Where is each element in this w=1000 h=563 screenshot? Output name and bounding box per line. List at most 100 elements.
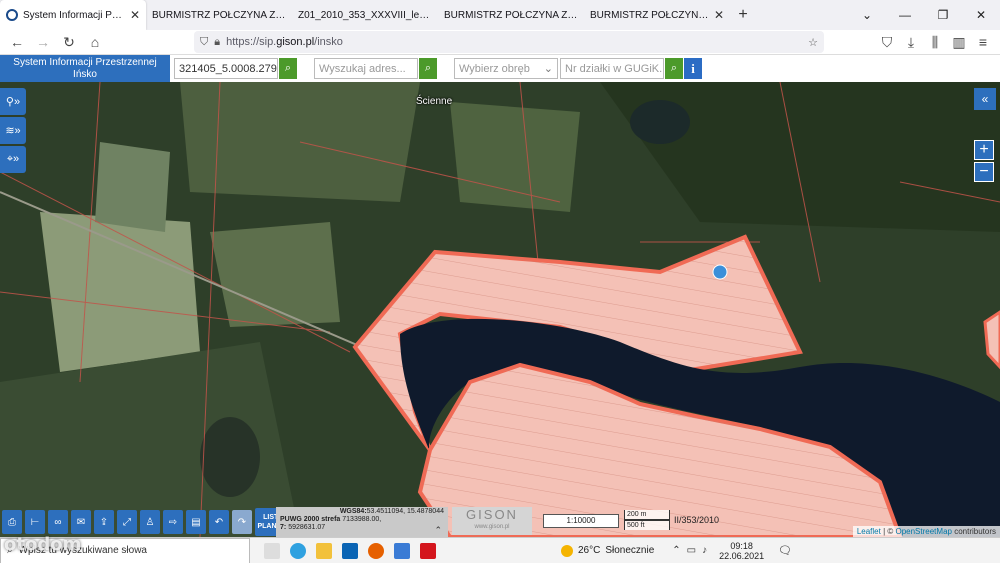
info-icon: i (691, 60, 695, 76)
forward-arrow-icon[interactable]: → (32, 31, 54, 53)
scale-ratio-input[interactable]: 1:10000 (543, 514, 619, 528)
taskbar-apps (264, 542, 436, 559)
task-view-icon[interactable] (264, 542, 280, 559)
info-button[interactable]: i (684, 58, 702, 79)
weather-desc: Słonecznie (605, 545, 655, 556)
library-icon[interactable]: ⫼ (924, 31, 946, 53)
browser-tab-strip: System Informacji Przestrzennej ✕ BURMIS… (0, 0, 1000, 30)
edge-icon[interactable] (290, 542, 306, 559)
brand-title: System Informacji Przestrzennej (13, 57, 157, 68)
gison-logo[interactable]: GISON www.gison.pl (452, 507, 532, 535)
chevron-up-icon[interactable]: ⌃ (672, 545, 680, 556)
map-attribution: Leaflet | © OpenStreetMap contributors (852, 526, 1000, 537)
mail-button[interactable]: ✉ (71, 510, 91, 534)
home-icon[interactable]: ⌂ (84, 31, 106, 53)
gugik-parcel-input[interactable]: Nr działki w GUGiK... (560, 58, 664, 79)
layers-icon: ≋» (5, 125, 21, 137)
scale-metric: 200 m (624, 510, 670, 520)
parcel-search-button[interactable]: ⌕ (279, 58, 297, 79)
acrobat-icon[interactable] (420, 542, 436, 559)
print-button[interactable]: ⎙ (2, 510, 22, 534)
new-tab-plus-icon[interactable]: + (730, 0, 756, 30)
field-area (450, 102, 580, 212)
menu-icon[interactable]: ≡ (972, 31, 994, 53)
navigate-button[interactable]: ⇨ (163, 510, 183, 534)
system-tray: ⌃ ▭ ♪ (672, 545, 707, 556)
reload-icon[interactable]: ↻ (58, 31, 80, 53)
parcel-search-input[interactable]: 321405_5.0008.279/6 (S (174, 58, 278, 79)
district-select[interactable]: Wybierz obręb ⌄ (454, 58, 558, 79)
lock-icon[interactable]: 🔒︎ (214, 36, 220, 49)
layers-panel-button[interactable]: ⚲» (0, 88, 26, 115)
location-marker[interactable] (712, 264, 728, 280)
chevron-up-icon[interactable]: ⌃ (434, 526, 442, 535)
address-bar[interactable]: ⛉ 🔒︎ https://sip.gison.pl/insko ☆ (194, 31, 824, 53)
tab-burmistrz-3[interactable]: BURMISTRZ POŁCZYNA ZDROJU - U ✕ (584, 0, 730, 30)
map-book-button[interactable]: ▤ (186, 510, 206, 534)
window-controls: ⌄ — ❐ ✕ (848, 0, 1000, 30)
leaflet-link[interactable]: Leaflet (857, 527, 881, 536)
link-button[interactable]: ∞ (48, 510, 68, 534)
clock[interactable]: 09:18 22.06.2021 (719, 541, 764, 561)
sidebar-icon[interactable]: ▥ (948, 31, 970, 53)
weather-temp: 26°C (578, 545, 601, 556)
shield-icon[interactable]: ⛉ (200, 36, 208, 49)
bookmark-star-icon[interactable]: ☆ (808, 36, 818, 49)
tab-legenda[interactable]: Z01_2010_353_XXXVIII_legenda.jpg (292, 0, 438, 30)
search-icon: ⌕ (424, 62, 432, 74)
printer-icon: ⎙ (8, 516, 16, 528)
street-view-button[interactable]: ♙ (140, 510, 160, 534)
firefox-icon[interactable] (368, 542, 384, 559)
layers-stack-button[interactable]: ≋» (0, 117, 26, 144)
district-select-value: Wybierz obręb (459, 62, 530, 75)
address-search-button[interactable]: ⌕ (419, 58, 437, 79)
zoom-in-button[interactable]: + (974, 140, 994, 160)
puwg-label: PUWG 2000 strefa (280, 516, 341, 523)
weather-widget[interactable]: 26°C Słonecznie (561, 544, 655, 557)
tab-burmistrz-1[interactable]: BURMISTRZ POŁCZYNA ZDROJU - U (146, 0, 292, 30)
close-window-icon[interactable]: ✕ (962, 0, 1000, 30)
pocket-icon[interactable]: ⛉ (876, 31, 898, 53)
address-search-input[interactable]: Wyszukaj adres... (314, 58, 418, 79)
back-arrow-icon[interactable]: ← (6, 31, 28, 53)
search-icon: ⌕ (670, 62, 678, 74)
screen: System Informacji Przestrzennej ✕ BURMIS… (0, 0, 1000, 563)
zoom-out-button[interactable]: − (974, 162, 994, 182)
expand-icon: ⤢ (123, 516, 131, 528)
person-icon: ♙ (145, 516, 155, 528)
brand-municipality: Ińsko (73, 69, 97, 80)
restore-icon[interactable]: ❐ (924, 0, 962, 30)
tab-burmistrz-2[interactable]: BURMISTRZ POŁCZYNA ZDROJU - U (438, 0, 584, 30)
network-icon[interactable]: ▭ (687, 545, 696, 556)
download-icon[interactable]: ⤓ (900, 31, 922, 53)
close-tab-icon[interactable]: ✕ (130, 8, 140, 22)
app-brand[interactable]: System Informacji Przestrzennej Ińsko (0, 55, 170, 82)
undo-button[interactable]: ↶ (209, 510, 229, 534)
volume-icon[interactable]: ♪ (702, 545, 707, 556)
place-label: Ścienne (416, 96, 453, 107)
markers-panel-button[interactable]: ⌖» (0, 146, 26, 173)
osm-link[interactable]: OpenStreetMap (895, 527, 951, 536)
measure-button[interactable]: ⊢ (25, 510, 45, 534)
map-viewport[interactable]: Ścienne ⚲» ≋» ⌖» « + − Leaflet | © OpenS… (0, 82, 1000, 537)
satellite-map[interactable] (0, 82, 1000, 537)
share-button[interactable]: ⇪ (94, 510, 114, 534)
file-explorer-icon[interactable] (316, 542, 332, 559)
toolbar-right: ⛉ ⤓ ⫼ ▥ ≡ (876, 31, 994, 53)
gugik-search-button[interactable]: ⌕ (665, 58, 683, 79)
minimize-icon[interactable]: — (886, 0, 924, 30)
notifications-icon[interactable]: 🗨︎ (778, 544, 792, 557)
collapse-panel-button[interactable]: « (974, 88, 996, 110)
link-icon: ∞ (54, 516, 62, 528)
chevron-down-icon[interactable]: ⌄ (848, 0, 886, 30)
photos-icon[interactable] (394, 542, 410, 559)
tab-title: BURMISTRZ POŁCZYNA ZDROJU - U (444, 9, 578, 21)
fullscreen-button[interactable]: ⤢ (117, 510, 137, 534)
attribution-separator: | © (880, 527, 896, 536)
close-tab-icon[interactable]: ✕ (714, 8, 724, 22)
outlook-icon[interactable] (342, 542, 358, 559)
redo-button[interactable]: ↷ (232, 510, 252, 534)
tab-sip[interactable]: System Informacji Przestrzennej ✕ (0, 0, 146, 30)
small-pond (630, 100, 690, 144)
clock-date: 22.06.2021 (719, 550, 765, 561)
